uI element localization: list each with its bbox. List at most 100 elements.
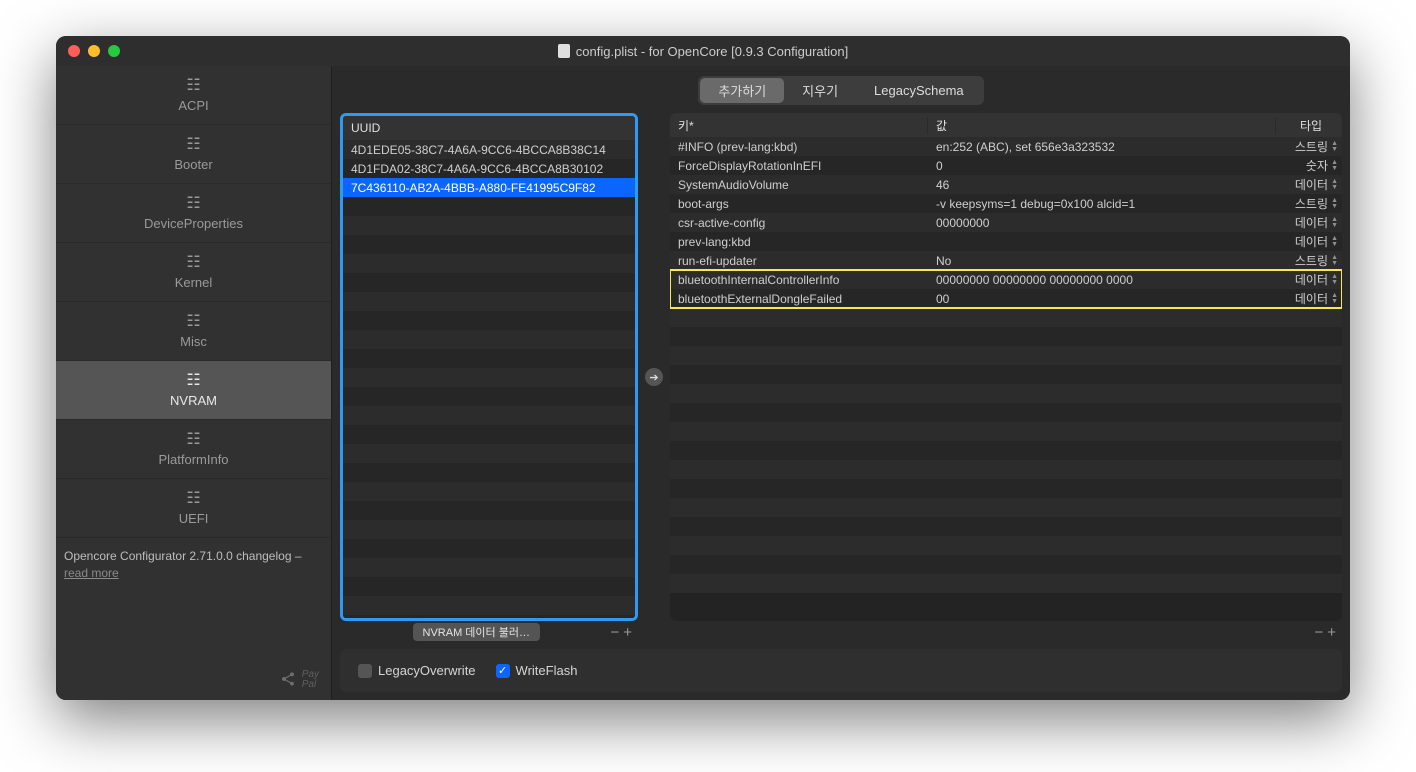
table-row[interactable]: csr-active-config00000000데이터▲▼ xyxy=(670,213,1342,232)
segmented-wrap: 추가하기지우기LegacySchema xyxy=(340,76,1342,105)
window-close-button[interactable] xyxy=(68,45,80,57)
table-row[interactable]: 7C436110-AB2A-4BBB-A880-FE41995C9F82 xyxy=(343,178,635,197)
table-row[interactable] xyxy=(343,216,635,235)
table-row[interactable]: SystemAudioVolume46데이터▲▼ xyxy=(670,175,1342,194)
table-row[interactable] xyxy=(670,555,1342,574)
kv-type-cell[interactable]: 데이터▲▼ xyxy=(1276,214,1342,231)
kv-add-button[interactable]: + xyxy=(1325,625,1338,640)
table-row[interactable] xyxy=(343,577,635,596)
table-row[interactable] xyxy=(343,482,635,501)
kv-type-cell[interactable]: 데이터▲▼ xyxy=(1276,176,1342,193)
table-row[interactable] xyxy=(343,444,635,463)
table-row[interactable] xyxy=(343,558,635,577)
table-row[interactable] xyxy=(670,308,1342,327)
uuid-panel-footer: NVRAM 데이터 불러… − + xyxy=(340,623,638,641)
table-row[interactable] xyxy=(343,501,635,520)
stepper-icon: ▲▼ xyxy=(1330,273,1338,287)
table-row[interactable] xyxy=(670,403,1342,422)
list-icon: ☷ xyxy=(186,373,200,389)
table-row[interactable] xyxy=(670,441,1342,460)
kv-type-cell[interactable]: 스트링▲▼ xyxy=(1276,252,1342,269)
table-row[interactable]: boot-args-v keepsyms=1 debug=0x100 alcid… xyxy=(670,194,1342,213)
table-row[interactable]: bluetoothExternalDongleFailed00데이터▲▼ xyxy=(670,289,1342,308)
table-row[interactable] xyxy=(670,365,1342,384)
share-icon[interactable] xyxy=(280,671,296,690)
table-row[interactable] xyxy=(670,517,1342,536)
table-row[interactable] xyxy=(670,384,1342,403)
stepper-icon: ▲▼ xyxy=(1330,159,1338,173)
table-row[interactable] xyxy=(670,327,1342,346)
window-minimize-button[interactable] xyxy=(88,45,100,57)
table-row[interactable]: prev-lang:kbd데이터▲▼ xyxy=(670,232,1342,251)
sidebar-item-booter[interactable]: ☷Booter xyxy=(56,125,331,184)
kv-value-cell: en:252 (ABC), set 656e3a323532 xyxy=(928,140,1276,154)
table-row[interactable]: ForceDisplayRotationInEFI0숫자▲▼ xyxy=(670,156,1342,175)
write-flash-checkbox[interactable]: ✓ WriteFlash xyxy=(496,663,578,678)
table-row[interactable]: #INFO (prev-lang:kbd)en:252 (ABC), set 6… xyxy=(670,137,1342,156)
title-center: config.plist - for OpenCore [0.9.3 Confi… xyxy=(56,44,1350,59)
kv-type-cell[interactable]: 데이터▲▼ xyxy=(1276,271,1342,288)
table-row[interactable] xyxy=(343,311,635,330)
kv-type-cell[interactable]: 스트링▲▼ xyxy=(1276,138,1342,155)
table-row[interactable] xyxy=(343,368,635,387)
table-row[interactable] xyxy=(343,292,635,311)
tab-LegacySchema[interactable]: LegacySchema xyxy=(856,78,982,103)
table-row[interactable] xyxy=(343,425,635,444)
sidebar-item-misc[interactable]: ☷Misc xyxy=(56,302,331,361)
sidebar-item-nvram[interactable]: ☷NVRAM xyxy=(56,361,331,420)
tab-지우기[interactable]: 지우기 xyxy=(784,78,856,103)
table-row[interactable] xyxy=(343,463,635,482)
table-row[interactable]: 4D1EDE05-38C7-4A6A-9CC6-4BCCA8B38C14 xyxy=(343,140,635,159)
tab-추가하기[interactable]: 추가하기 xyxy=(700,78,784,103)
kv-key-header[interactable]: 키* xyxy=(670,117,928,134)
table-row[interactable] xyxy=(343,254,635,273)
table-row[interactable] xyxy=(343,349,635,368)
table-row[interactable] xyxy=(343,539,635,558)
kv-key-cell: #INFO (prev-lang:kbd) xyxy=(670,140,928,154)
table-row[interactable] xyxy=(343,596,635,615)
table-row[interactable] xyxy=(670,479,1342,498)
uuid-table: UUID 4D1EDE05-38C7-4A6A-9CC6-4BCCA8B38C1… xyxy=(340,113,638,621)
table-row[interactable] xyxy=(343,235,635,254)
table-row[interactable]: run-efi-updaterNo스트링▲▼ xyxy=(670,251,1342,270)
table-row[interactable] xyxy=(343,387,635,406)
table-row[interactable] xyxy=(670,422,1342,441)
table-row[interactable] xyxy=(343,406,635,425)
kv-type-cell[interactable]: 데이터▲▼ xyxy=(1276,233,1342,250)
sidebar-item-acpi[interactable]: ☷ACPI xyxy=(56,66,331,125)
kv-add-remove: − + xyxy=(1312,625,1338,640)
sidebar-item-uefi[interactable]: ☷UEFI xyxy=(56,479,331,538)
kv-type-cell[interactable]: 숫자▲▼ xyxy=(1276,157,1342,174)
changelog-link[interactable]: read more xyxy=(64,566,119,580)
kv-key-cell: boot-args xyxy=(670,197,928,211)
legacy-overwrite-checkbox[interactable]: LegacyOverwrite xyxy=(358,663,476,678)
table-row[interactable] xyxy=(670,574,1342,593)
window-maximize-button[interactable] xyxy=(108,45,120,57)
sidebar-item-deviceproperties[interactable]: ☷DeviceProperties xyxy=(56,184,331,243)
kv-remove-button[interactable]: − xyxy=(1312,625,1325,640)
kv-value-header[interactable]: 값 xyxy=(928,117,1276,134)
kv-type-cell[interactable]: 스트링▲▼ xyxy=(1276,195,1342,212)
table-row[interactable] xyxy=(670,498,1342,517)
table-row[interactable] xyxy=(670,346,1342,365)
table-row[interactable] xyxy=(343,273,635,292)
table-row[interactable] xyxy=(343,197,635,216)
table-row[interactable] xyxy=(670,460,1342,479)
table-row[interactable] xyxy=(343,330,635,349)
table-row[interactable] xyxy=(343,615,635,618)
uuid-cell: 4D1EDE05-38C7-4A6A-9CC6-4BCCA8B38C14 xyxy=(343,143,635,157)
sidebar-item-kernel[interactable]: ☷Kernel xyxy=(56,243,331,302)
kv-type-header[interactable]: 타입 xyxy=(1276,117,1342,134)
table-row[interactable]: bluetoothInternalControllerInfo00000000 … xyxy=(670,270,1342,289)
uuid-add-button[interactable]: + xyxy=(621,625,634,640)
uuid-column-header[interactable]: UUID xyxy=(343,121,635,135)
nvram-load-button[interactable]: NVRAM 데이터 불러… xyxy=(413,623,540,641)
sidebar-item-platforminfo[interactable]: ☷PlatformInfo xyxy=(56,420,331,479)
sidebar-item-label: ACPI xyxy=(178,98,208,113)
table-row[interactable] xyxy=(343,520,635,539)
uuid-remove-button[interactable]: − xyxy=(608,625,621,640)
kv-type-cell[interactable]: 데이터▲▼ xyxy=(1276,290,1342,307)
table-row[interactable] xyxy=(670,536,1342,555)
table-row[interactable]: 4D1FDA02-38C7-4A6A-9CC6-4BCCA8B30102 xyxy=(343,159,635,178)
arrow-right-icon[interactable]: ➔ xyxy=(645,368,663,386)
